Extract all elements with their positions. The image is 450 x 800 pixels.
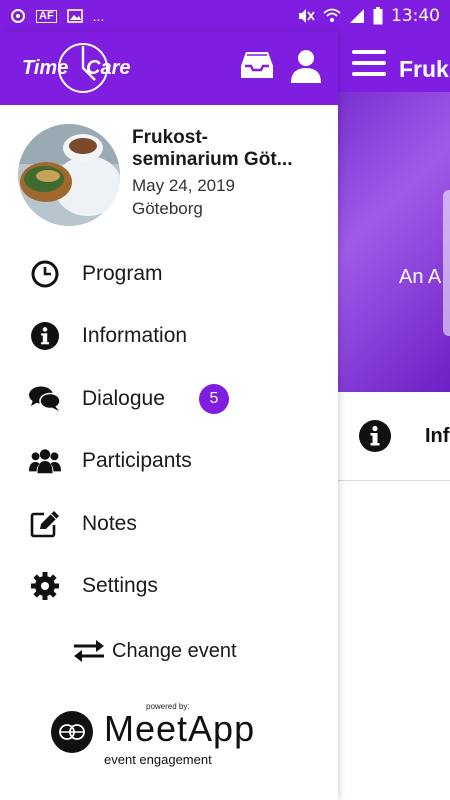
menu-label-participants: Participants: [82, 449, 192, 472]
drawer-header: Time Care: [0, 32, 338, 105]
event-date: May 24, 2019: [132, 176, 236, 195]
logo-word-care: Care: [86, 57, 131, 79]
meetapp-logo: MeetApp event engagement: [50, 708, 300, 780]
background-banner-card: [443, 190, 450, 336]
menu-hamburger-icon[interactable]: [352, 50, 386, 76]
unread-count-badge: 5: [199, 384, 229, 414]
menu-label-dialogue: Dialogue: [82, 387, 165, 410]
menu-label-program: Program: [82, 262, 163, 285]
change-event-label: Change event: [112, 639, 237, 662]
edit-icon: [29, 508, 61, 540]
event-title: Frukost- seminarium Göt...: [132, 127, 332, 171]
data-saver-icon: [11, 9, 25, 23]
status-time: 13:40: [391, 6, 440, 26]
user-icon[interactable]: [291, 49, 321, 83]
logo-word-time: Time: [22, 57, 69, 79]
menu-label-settings: Settings: [82, 574, 158, 597]
swap-arrows-icon: [74, 640, 104, 662]
wifi-icon: [323, 8, 341, 22]
battery-icon: [373, 7, 383, 25]
menu-item-dialogue[interactable]: Dialogue 5: [0, 371, 338, 427]
inbox-icon[interactable]: [240, 50, 274, 80]
info-icon: [29, 320, 61, 352]
signal-icon: [350, 9, 364, 23]
mute-icon: [299, 9, 315, 23]
menu-item-settings[interactable]: Settings: [0, 558, 338, 614]
menu-label-notes: Notes: [82, 512, 137, 535]
event-location: Göteborg: [132, 199, 203, 218]
meetapp-logo-icon: [51, 711, 93, 753]
af-icon: AF: [36, 9, 57, 23]
event-image: [18, 124, 120, 226]
meetapp-wordmark: MeetApp: [104, 708, 256, 749]
menu-item-participants[interactable]: Participants: [0, 433, 338, 489]
event-title-line1: Frukost-: [132, 127, 208, 148]
background-banner: [338, 92, 450, 392]
navigation-drawer: Time Care Frukost- seminarium Göt... May…: [0, 32, 338, 800]
gear-icon: [29, 570, 61, 602]
menu-item-notes[interactable]: Notes: [0, 496, 338, 552]
app-screen: AF ... 13:40 Fruk An A Inf Time Care Fru…: [0, 0, 450, 800]
menu-item-information[interactable]: Information: [0, 308, 338, 364]
background-event-title: Fruk: [399, 56, 449, 82]
menu-label-information: Information: [82, 324, 188, 347]
current-event-card[interactable]: Frukost- seminarium Göt... May 24, 2019 …: [0, 121, 338, 231]
image-icon: [66, 9, 83, 23]
status-bar: AF ... 13:40: [0, 0, 450, 32]
event-title-line2: seminarium Göt...: [132, 149, 293, 170]
clock-icon: [29, 258, 61, 290]
background-banner-text: An A: [399, 266, 442, 288]
timecare-logo: Time Care: [22, 42, 142, 94]
info-icon: [359, 420, 391, 452]
change-event-button[interactable]: Change event: [72, 636, 237, 666]
chat-icon: [29, 383, 61, 415]
background-info-label[interactable]: Inf: [425, 425, 449, 448]
menu-item-program[interactable]: Program: [0, 246, 338, 302]
more-dots-icon: ...: [92, 8, 105, 24]
divider: [338, 480, 450, 481]
meetapp-tagline: event engagement: [104, 752, 212, 767]
users-icon: [29, 445, 61, 477]
